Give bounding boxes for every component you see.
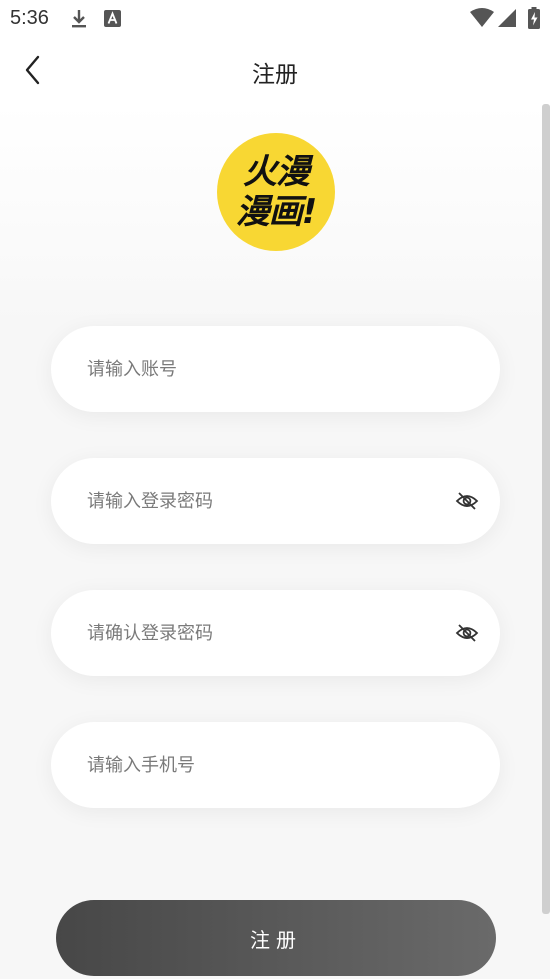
password-field xyxy=(51,458,500,544)
register-button[interactable]: 注册 xyxy=(56,900,496,976)
download-icon xyxy=(72,10,86,28)
phone-input[interactable] xyxy=(87,722,417,808)
password-input[interactable] xyxy=(87,458,417,544)
confirm-password-field xyxy=(51,590,500,676)
confirm-password-input[interactable] xyxy=(87,590,417,676)
account-input[interactable] xyxy=(87,326,417,412)
page-title: 注册 xyxy=(252,62,298,88)
wifi-icon xyxy=(470,8,494,27)
status-bar: 5:36 xyxy=(0,0,550,38)
signal-icon xyxy=(498,9,516,27)
logo-line-2: 漫画! xyxy=(235,192,318,232)
logo-line-1: 火漫 xyxy=(243,152,310,192)
phone-field xyxy=(51,722,500,808)
app-logo: 火漫 漫画! xyxy=(217,133,335,251)
eye-off-icon[interactable] xyxy=(455,622,479,644)
status-time: 5:36 xyxy=(10,7,49,29)
scrollbar[interactable] xyxy=(542,104,550,914)
keyboard-a-icon xyxy=(104,10,121,27)
app-bar: 注册 xyxy=(0,38,550,104)
battery-charging-icon xyxy=(528,7,540,29)
eye-off-icon[interactable] xyxy=(455,490,479,512)
account-field xyxy=(51,326,500,412)
